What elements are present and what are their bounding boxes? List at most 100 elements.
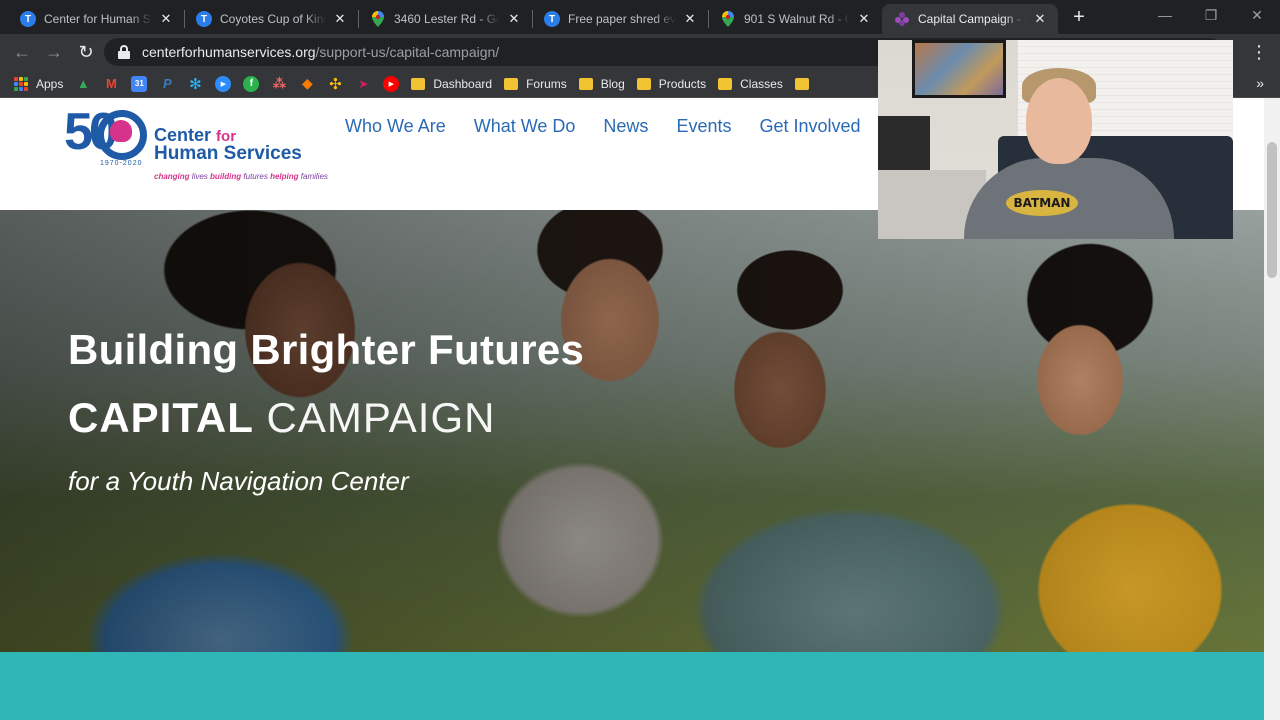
tab-title: Center for Human Se bbox=[44, 12, 152, 26]
folder-icon bbox=[411, 77, 426, 90]
page-scrollbar[interactable] bbox=[1264, 98, 1280, 720]
bookmark-label: Apps bbox=[36, 76, 64, 91]
nav-events[interactable]: Events bbox=[676, 116, 731, 137]
bookmark-label: Blog bbox=[600, 76, 625, 91]
printer-image bbox=[878, 116, 930, 174]
site-logo[interactable]: 50 1970-2020 Center for Human Services c… bbox=[64, 102, 354, 186]
folder-icon bbox=[636, 77, 651, 90]
tab-2[interactable]: 3460 Lester Rd - Goo ✕ bbox=[358, 4, 532, 34]
tab-strip: T Center for Human Se ✕ T Coyotes Cup of… bbox=[0, 0, 1280, 34]
bookmark-google-calendar[interactable]: 31 bbox=[131, 75, 148, 92]
logo-name-line2: Human Services bbox=[154, 143, 302, 164]
google-calendar-icon: 31 bbox=[131, 75, 148, 92]
scrollbar-thumb[interactable] bbox=[1267, 142, 1277, 278]
google-drive-icon: ▲ bbox=[76, 76, 90, 91]
map-pin-icon bbox=[370, 11, 386, 27]
tab-title: 901 S Walnut Rd - Go bbox=[744, 12, 850, 26]
bookmark-folder-forums[interactable]: Forums bbox=[504, 77, 567, 91]
tab-5-active[interactable]: Capital Campaign - C ✕ bbox=[882, 4, 1058, 34]
tab-1[interactable]: T Coyotes Cup of Kind ✕ bbox=[184, 4, 358, 34]
tab-title: Free paper shred eve bbox=[568, 12, 676, 26]
close-icon[interactable]: ✕ bbox=[856, 11, 872, 27]
zoom-icon: ▶ bbox=[215, 75, 232, 92]
back-button[interactable]: ← bbox=[10, 40, 34, 64]
bookmark-zoom[interactable]: ▶ bbox=[215, 75, 232, 92]
url-host: centerforhumanservices.org bbox=[142, 44, 316, 60]
hero-subtitle: CAPITAL CAMPAIGN bbox=[68, 394, 496, 441]
folder-icon bbox=[794, 77, 809, 90]
tab-favicon-icon: T bbox=[544, 11, 560, 27]
browser-menu-button[interactable]: ⋮ bbox=[1250, 40, 1268, 64]
map-pin-icon bbox=[720, 11, 736, 27]
youtube-icon: ▶ bbox=[383, 75, 400, 92]
webcam-overlay: BATMAN bbox=[878, 40, 1233, 239]
teal-section bbox=[0, 652, 1264, 720]
tab-title: 3460 Lester Rd - Goo bbox=[394, 12, 500, 26]
hero-banner: Building Brighter Futures CAPITAL CAMPAI… bbox=[0, 210, 1264, 652]
logo-figure-icon bbox=[110, 120, 132, 142]
main-nav: Who We Are What We Do News Events Get In… bbox=[345, 116, 889, 137]
bookmark-box[interactable]: ◆ bbox=[299, 75, 315, 92]
presenter-face bbox=[1026, 78, 1092, 164]
bookmark-gmail[interactable]: M bbox=[103, 76, 119, 92]
bookmark-feedly[interactable]: f bbox=[243, 75, 260, 92]
asana-icon: ⁂ bbox=[272, 75, 287, 91]
tab-favicon-icon: T bbox=[196, 11, 212, 27]
bookmark-arrow[interactable]: ➤ bbox=[355, 76, 371, 92]
bookmark-label: Products bbox=[658, 76, 707, 91]
bookmark-google-drive[interactable]: ▲ bbox=[75, 76, 91, 92]
nav-get-involved[interactable]: Get Involved bbox=[759, 116, 860, 137]
nav-news[interactable]: News bbox=[603, 116, 648, 137]
logo-tagline: changing lives building futures helping … bbox=[154, 172, 328, 181]
tab-favicon-icon: T bbox=[20, 11, 36, 27]
nav-who-we-are[interactable]: Who We Are bbox=[345, 116, 446, 137]
tab-title: Coyotes Cup of Kind bbox=[220, 12, 326, 26]
close-icon[interactable]: ✕ bbox=[158, 11, 174, 27]
feedly-icon: f bbox=[243, 75, 260, 92]
bookmark-folder-products[interactable]: Products bbox=[636, 76, 707, 91]
tab-0[interactable]: T Center for Human Se ✕ bbox=[8, 4, 184, 34]
minimize-button[interactable]: — bbox=[1142, 4, 1188, 26]
new-tab-button[interactable]: + bbox=[1068, 6, 1090, 28]
flower-icon bbox=[894, 11, 910, 27]
forward-button[interactable]: → bbox=[42, 40, 66, 64]
folder-icon bbox=[718, 77, 733, 90]
hero-tagline: for a Youth Navigation Center bbox=[68, 466, 409, 496]
restore-button[interactable]: ❐ bbox=[1188, 4, 1234, 26]
close-icon[interactable]: ✕ bbox=[332, 11, 348, 27]
tab-title: Capital Campaign - C bbox=[918, 12, 1026, 26]
tab-3[interactable]: T Free paper shred eve ✕ bbox=[532, 4, 708, 34]
bookmarks-overflow-button[interactable]: » bbox=[1256, 75, 1264, 91]
apps-grid-icon bbox=[14, 76, 28, 91]
paypal-icon: P bbox=[163, 76, 172, 91]
bookmark-paypal[interactable]: P bbox=[159, 76, 175, 92]
folder-icon bbox=[578, 77, 593, 90]
tab-4[interactable]: 901 S Walnut Rd - Go ✕ bbox=[708, 4, 882, 34]
close-icon[interactable]: ✕ bbox=[682, 11, 698, 27]
bookmark-label: Dashboard bbox=[433, 76, 493, 91]
bookmark-folder-dashboard[interactable]: Dashboard bbox=[411, 77, 492, 91]
bookmark-folder-blog[interactable]: Blog bbox=[578, 76, 625, 91]
pinwheel-icon: ✣ bbox=[329, 75, 342, 93]
close-icon[interactable]: ✕ bbox=[1032, 11, 1048, 27]
bookmark-pinwheel[interactable]: ✣ bbox=[327, 75, 343, 93]
url-path: /support-us/capital-campaign/ bbox=[315, 44, 500, 60]
bookmark-label: Forums bbox=[526, 76, 567, 91]
bookmark-youtube[interactable]: ▶ bbox=[383, 75, 400, 92]
arrow-icon: ➤ bbox=[358, 76, 369, 91]
logo-years: 1970-2020 bbox=[100, 160, 143, 167]
hero-title: Building Brighter Futures bbox=[68, 326, 585, 373]
bookmark-label: Classes bbox=[740, 76, 783, 91]
bookmark-folder-more[interactable] bbox=[794, 77, 817, 90]
bookmark-asana[interactable]: ⁂ bbox=[271, 76, 287, 92]
snowflake-icon: ✻ bbox=[189, 75, 202, 93]
bookmark-folder-classes[interactable]: Classes bbox=[718, 77, 783, 91]
window-close-button[interactable]: ✕ bbox=[1234, 4, 1280, 26]
nav-what-we-do[interactable]: What We Do bbox=[474, 116, 576, 137]
close-icon[interactable]: ✕ bbox=[506, 11, 522, 27]
bookmark-apps[interactable]: Apps bbox=[14, 76, 64, 91]
reload-button[interactable]: ↻ bbox=[74, 40, 98, 64]
bookmark-snowflake[interactable]: ✻ bbox=[187, 75, 203, 93]
shirt-logo: BATMAN bbox=[1006, 190, 1078, 216]
lock-icon bbox=[118, 45, 130, 59]
